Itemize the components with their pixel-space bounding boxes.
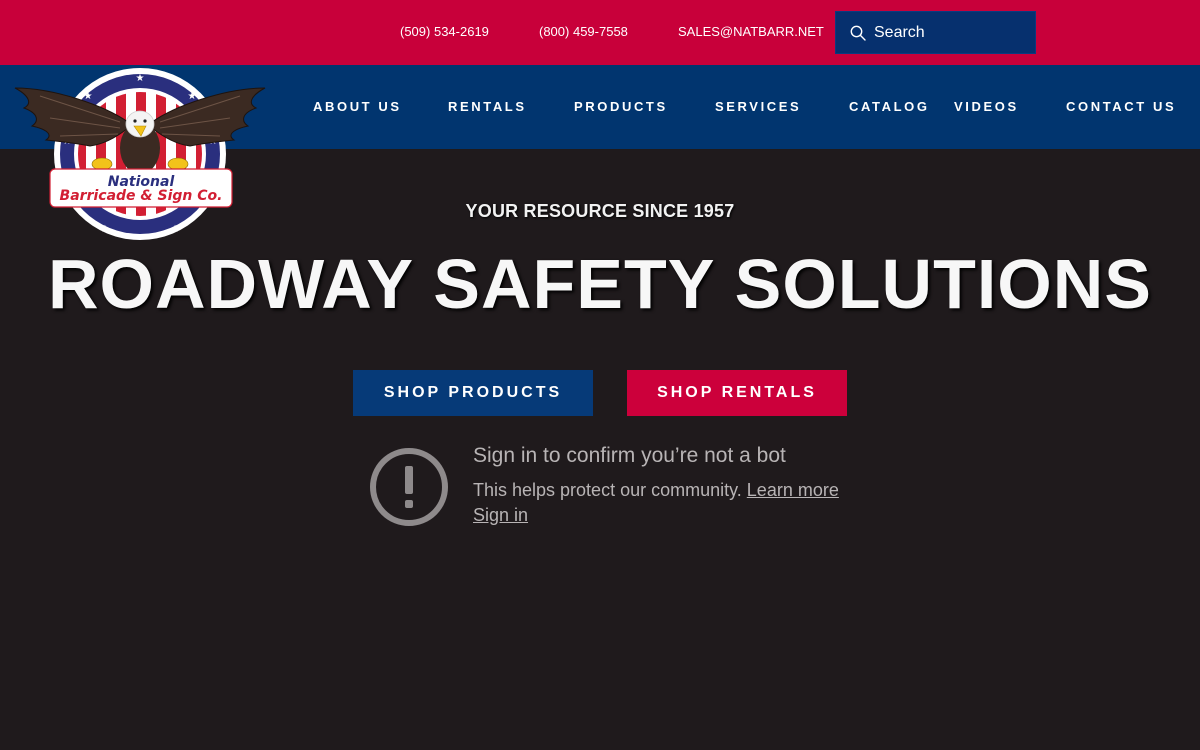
nav-contact-us[interactable]: CONTACT US: [1066, 99, 1176, 114]
bot-check-description: This helps protect our community.: [473, 480, 742, 500]
phone-link-2[interactable]: (800) 459-7558: [539, 24, 628, 39]
svg-text:★: ★: [84, 91, 93, 102]
nav-rentals[interactable]: RENTALS: [448, 99, 527, 114]
nav-catalog[interactable]: CATALOG: [849, 99, 930, 114]
search-input[interactable]: [874, 23, 1024, 42]
learn-more-link[interactable]: Learn more: [747, 480, 839, 500]
svg-text:★: ★: [171, 224, 180, 235]
nav-videos[interactable]: VIDEOS: [954, 99, 1019, 114]
search-box[interactable]: [835, 11, 1036, 54]
shop-rentals-button[interactable]: SHOP RENTALS: [627, 370, 847, 416]
hero-headline: ROADWAY SAFETY SOLUTIONS: [48, 245, 1152, 323]
phone-link-1[interactable]: (509) 534-2619: [400, 24, 489, 39]
hero-tagline: YOUR RESOURCE SINCE 1957: [465, 201, 735, 221]
top-bar: (509) 534-2619 (800) 459-7558 SALES@NATB…: [0, 0, 1200, 65]
svg-text:★: ★: [136, 73, 145, 84]
sign-in-link[interactable]: Sign in: [473, 505, 528, 526]
search-icon: [850, 25, 866, 41]
shop-products-button[interactable]: SHOP PRODUCTS: [353, 370, 593, 416]
svg-text:★: ★: [101, 224, 110, 235]
nav-services[interactable]: SERVICES: [715, 99, 801, 114]
bot-check-text: This helps protect our community. Learn …: [473, 480, 839, 501]
svg-text:★: ★: [188, 91, 197, 102]
bot-check-title: Sign in to confirm you’re not a bot: [473, 444, 786, 467]
email-link[interactable]: SALES@NATBARR.NET: [678, 24, 824, 39]
nav-products[interactable]: PRODUCTS: [574, 99, 668, 114]
nav-about-us[interactable]: ABOUT US: [313, 99, 402, 114]
warning-exclamation-icon: [370, 448, 448, 526]
